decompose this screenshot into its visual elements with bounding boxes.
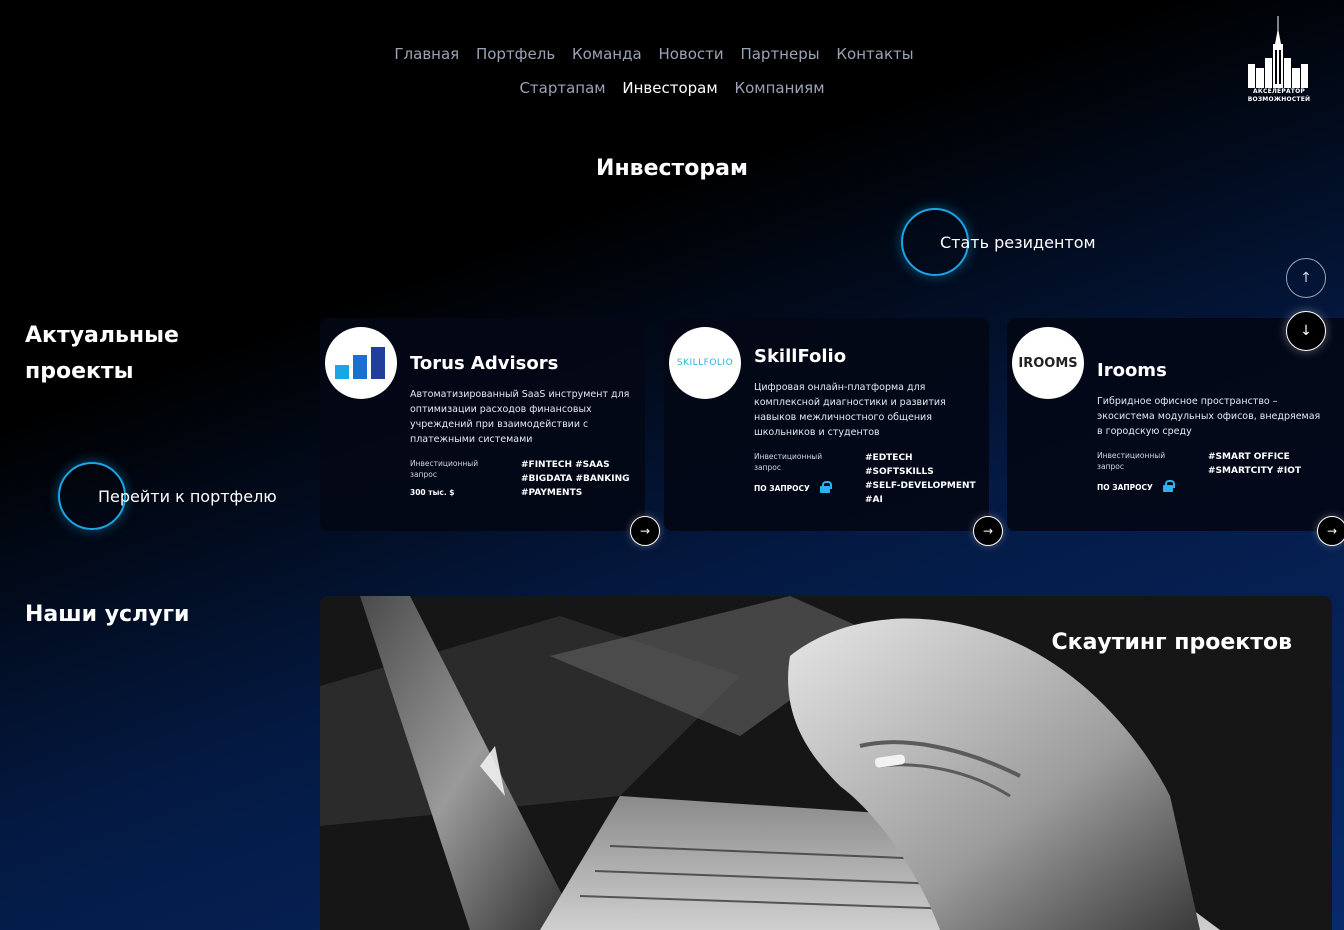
irooms-logo-text: IROOMS — [1018, 355, 1078, 371]
arrow-right-icon: → — [982, 524, 994, 538]
services-section-title: Наши услуги — [25, 602, 190, 627]
nav-item-portfolio[interactable]: Портфель — [476, 45, 555, 63]
tag-line: #FINTECH #SAAS — [521, 460, 610, 470]
project-card-irooms[interactable]: IROOMS Irooms Гибридное офисное простран… — [1007, 318, 1344, 546]
audience-nav: Стартапам Инвесторам Компаниям — [0, 79, 1344, 97]
investment-amount: по запросу — [754, 481, 832, 493]
nav-item-team[interactable]: Команда — [572, 45, 642, 63]
tag-line: #PAYMENTS — [521, 488, 583, 498]
project-card-skillfolio[interactable]: SKILLFOLIO SkillFolio Цифровая онлайн-пл… — [664, 318, 1003, 546]
arrow-right-icon: → — [1326, 524, 1338, 538]
investment-amount: по запросу — [1097, 480, 1175, 492]
investment-amount-text: по запросу — [754, 484, 810, 493]
become-resident-button[interactable]: Стать резидентом — [940, 233, 1096, 252]
card-title: Irooms — [1097, 360, 1167, 381]
lock-icon — [1162, 480, 1175, 492]
logo-caption: АКСЕЛЕРАТОР ВОЗМОЖНОСТЕЙ — [1240, 88, 1318, 104]
card-title: SkillFolio — [754, 346, 847, 367]
card-description: Гибридное офисное пространство – экосист… — [1097, 396, 1321, 437]
go-to-portfolio-link[interactable]: Перейти к портфелю — [98, 487, 277, 506]
arrow-up-icon: ↑ — [1300, 270, 1312, 286]
bar-chart-logo-icon — [335, 347, 385, 379]
irooms-logo: IROOMS — [1012, 327, 1084, 399]
scroll-down-button[interactable]: ↓ — [1286, 311, 1326, 351]
projects-title-line-2: проекты — [25, 359, 134, 384]
skillfolio-logo: SKILLFOLIO — [669, 327, 741, 399]
card-open-button[interactable]: → — [973, 516, 1003, 546]
lock-icon — [819, 481, 832, 493]
projects-section-title: Актуальные проекты — [25, 318, 179, 390]
skillfolio-logo-text: SKILLFOLIO — [676, 358, 734, 368]
project-card-torus[interactable]: Torus Advisors Автоматизированный SaaS и… — [320, 318, 660, 546]
card-open-button[interactable]: → — [630, 516, 660, 546]
investment-amount-text: по запросу — [1097, 483, 1153, 492]
tag-line: #SMART OFFICE — [1208, 452, 1290, 462]
arrow-down-icon: ↓ — [1300, 323, 1312, 339]
card-tags: #FINTECH #SAAS #BIGDATA #BANKING #PAYMEN… — [521, 458, 641, 500]
service-card-title: Скаутинг проектов — [1051, 630, 1293, 655]
logo-line-2: ВОЗМОЖНОСТЕЙ — [1247, 96, 1311, 103]
tag-line: #SOFTSKILLS — [865, 467, 934, 477]
tag-line: #BIGDATA #BANKING — [521, 474, 630, 484]
card-description: Автоматизированный SaaS инструмент для о… — [410, 389, 630, 445]
torus-logo — [325, 327, 397, 399]
card-description: Цифровая онлайн-платформа для комплексно… — [754, 382, 946, 438]
nav-item-contacts[interactable]: Контакты — [836, 45, 913, 63]
tag-line: #SMARTCITY #IOT — [1208, 466, 1302, 476]
investment-label: Инвестиционный запрос — [1097, 451, 1166, 471]
nav-item-investors[interactable]: Инвесторам — [622, 79, 717, 97]
card-open-button[interactable]: → — [1317, 516, 1344, 546]
logo-line-1: АКСЕЛЕРАТОР — [1253, 88, 1305, 95]
main-nav: Главная Портфель Команда Новости Партнер… — [0, 45, 1326, 63]
nav-item-companies[interactable]: Компаниям — [734, 79, 824, 97]
nav-item-home[interactable]: Главная — [394, 45, 459, 63]
arrow-right-icon: → — [639, 524, 651, 538]
nav-item-news[interactable]: Новости — [658, 45, 723, 63]
tag-line: #AI — [865, 495, 883, 505]
tag-line: #EDTECH — [865, 453, 913, 463]
nav-item-startups[interactable]: Стартапам — [519, 79, 605, 97]
card-title: Torus Advisors — [410, 353, 559, 374]
investment-label: Инвестиционный запрос — [754, 452, 823, 472]
investment-amount: 300 тыс. $ — [410, 488, 455, 497]
tag-line: #SELF-DEVELOPMENT — [865, 481, 976, 491]
page-title: Инвесторам — [596, 156, 748, 181]
projects-title-line-1: Актуальные — [25, 323, 179, 348]
investment-label: Инвестиционный запрос — [410, 459, 479, 479]
scroll-up-button[interactable]: ↑ — [1286, 258, 1326, 298]
card-tags: #SMART OFFICE #SMARTCITY #IOT — [1208, 450, 1328, 478]
card-tags: #EDTECH #SOFTSKILLS #SELF-DEVELOPMENT #A… — [865, 451, 985, 507]
service-card-scouting[interactable]: Скаутинг проектов — [320, 596, 1332, 930]
nav-item-partners[interactable]: Партнеры — [740, 45, 819, 63]
